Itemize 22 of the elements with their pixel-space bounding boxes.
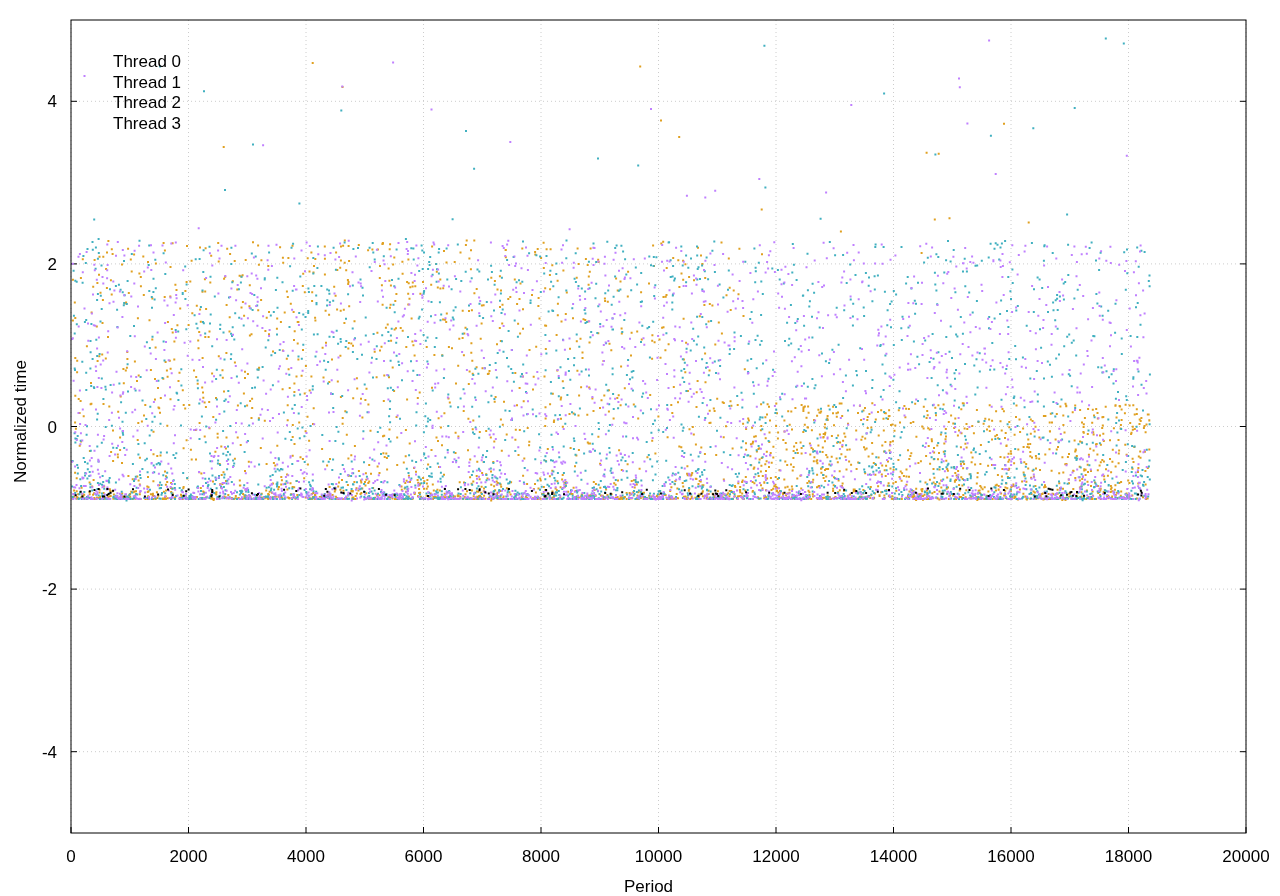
legend-label: Thread 2: [113, 93, 182, 112]
x-tick-label: 4000: [287, 847, 325, 866]
legend-label: Thread 1: [113, 72, 182, 92]
y-tick-label: -2: [41, 580, 57, 600]
x-axis-title: Period: [623, 877, 674, 896]
x-tick-label: 20000: [1222, 847, 1270, 866]
x-tick-label: 12000: [752, 847, 800, 866]
x-tick-label: 14000: [869, 847, 918, 866]
y-tick-label: 0: [47, 417, 57, 437]
y-axis-title: Normalized time: [11, 360, 30, 483]
x-tick-label: 8000: [522, 847, 560, 866]
x-tick-label: 2000: [169, 847, 208, 866]
y-tick-label: 2: [47, 254, 57, 274]
x-tick-label: 6000: [404, 847, 443, 866]
x-tick-label: 16000: [987, 847, 1035, 866]
x-tick-label: 18000: [1104, 847, 1153, 866]
legend-label: Thread 3: [113, 113, 182, 133]
x-tick-label: 10000: [634, 847, 683, 866]
y-tick-label: -4: [41, 742, 57, 762]
x-tick-label: 0: [66, 847, 76, 866]
legend-label: Thread 0: [113, 52, 182, 71]
y-tick-label: 4: [47, 92, 57, 112]
